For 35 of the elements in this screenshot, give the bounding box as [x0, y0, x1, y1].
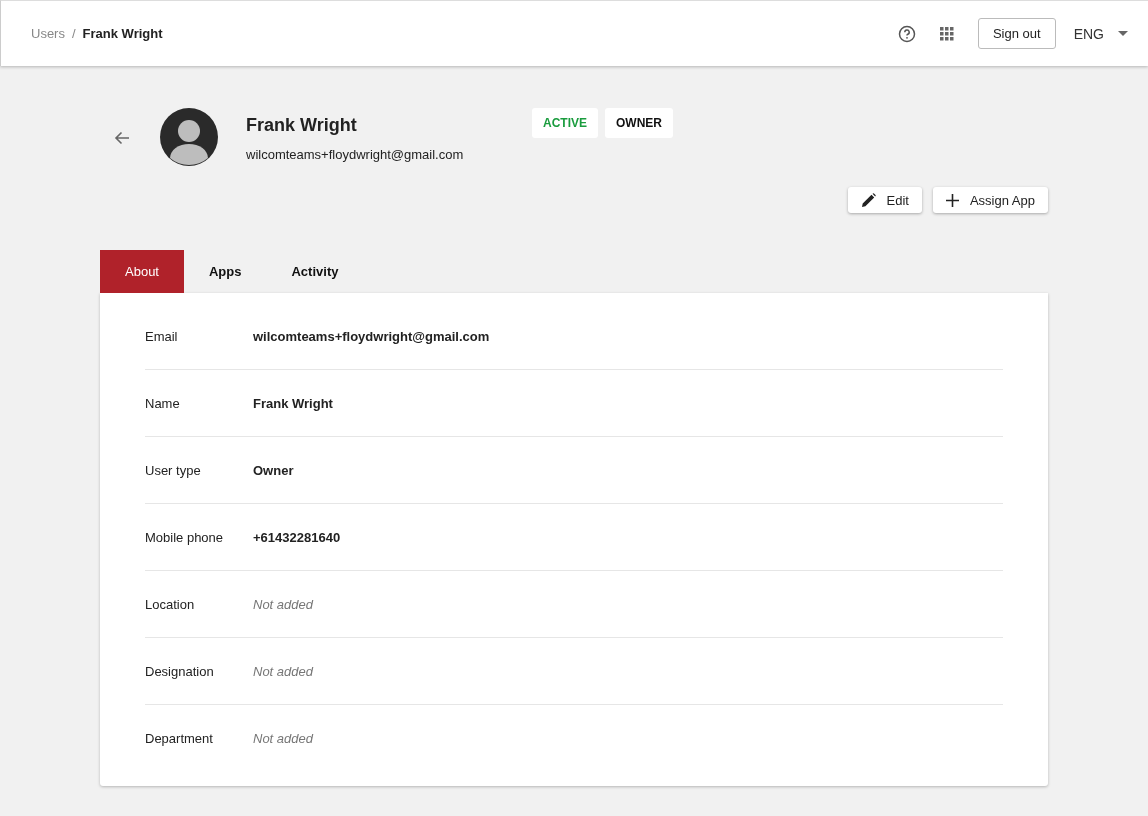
field-value: +61432281640 [253, 529, 341, 545]
breadcrumb-separator: / [71, 26, 76, 41]
user-name: Frank Wright [246, 115, 358, 136]
field-label: User type [145, 462, 202, 478]
field-value: Frank Wright [253, 395, 333, 411]
tab[interactable]: About [100, 250, 184, 293]
field-label: Location [145, 596, 196, 612]
pencil-icon [860, 192, 876, 208]
caret-icon [1118, 31, 1128, 36]
assign-app-button[interactable]: Assign App [932, 187, 1048, 213]
help-icon[interactable] [897, 24, 916, 43]
field-label: Name [145, 395, 181, 411]
field-value: Not added [253, 663, 313, 679]
apps-grid-icon[interactable] [939, 26, 954, 41]
plus-icon [945, 193, 959, 207]
breadcrumb-link[interactable]: Frank Wright [82, 26, 163, 41]
tab[interactable]: Apps [184, 250, 267, 293]
user-email: wilcomteams+floydwright@gmail.com [246, 147, 465, 162]
sign-out-button[interactable]: Sign out [977, 18, 1056, 49]
edit-button[interactable]: Edit [847, 187, 922, 213]
status-badge: ACTIVE [532, 108, 598, 138]
avatar-silhouette [160, 108, 218, 166]
back-arrow-icon[interactable] [114, 130, 130, 146]
field-label: Mobile phone [145, 529, 225, 545]
field-value: Owner [253, 462, 294, 478]
field-value: Not added [253, 730, 313, 746]
field-value: Not added [253, 596, 313, 612]
field-label: Email [145, 328, 179, 344]
field-label: Designation [145, 663, 215, 679]
tab[interactable]: Activity [266, 250, 364, 293]
language-dropdown[interactable]: ENG [1073, 25, 1128, 42]
field-value: wilcomteams+floydwright@gmail.com [253, 328, 490, 344]
status-badge: OWNER [605, 108, 673, 138]
breadcrumb-link[interactable]: Users [31, 26, 65, 41]
field-label: Department [145, 730, 214, 746]
